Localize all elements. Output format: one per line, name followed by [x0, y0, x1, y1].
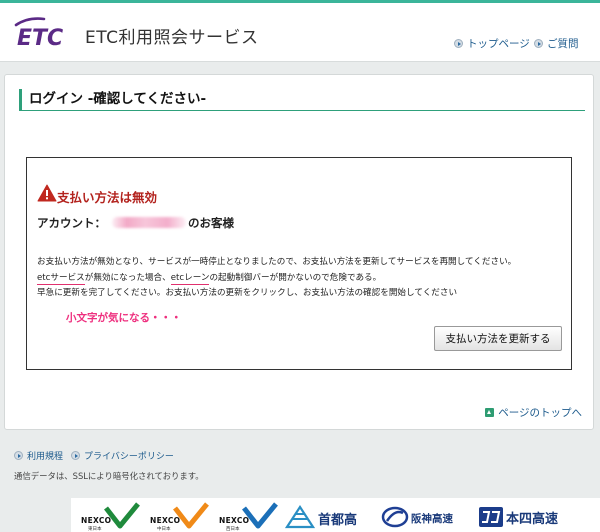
message-body: お支払い方法が無効となり、サービスが一時停止となりましたので、お支払い方法を更新…	[37, 255, 516, 302]
account-label: アカウント：	[37, 216, 106, 230]
hanshin-logo: 阪神高速	[381, 505, 477, 531]
svg-text:ETC: ETC	[17, 26, 63, 49]
nav-link-top-page[interactable]: トップページ	[454, 36, 530, 51]
hanshin-mark-icon	[381, 506, 409, 528]
site-title: ETC利用照会サービス	[85, 28, 259, 48]
account-suffix: のお客様	[188, 216, 234, 230]
shuto-mark-icon	[285, 505, 315, 529]
page-title: ログイン -確認してください-	[19, 89, 585, 111]
footer-link-terms[interactable]: 利用規程	[14, 451, 63, 462]
site-header: ETC ETC利用照会サービス トップページ ご質問	[0, 3, 600, 62]
nav-link-faq[interactable]: ご質問	[534, 36, 579, 51]
honshi-mark-icon	[479, 507, 503, 527]
arrow-right-icon	[534, 39, 543, 48]
underlined-etc-lane: etcレーン	[170, 272, 210, 285]
footer-links: 利用規程 プライバシーポリシー	[14, 449, 182, 462]
etc-logo[interactable]: ETC	[14, 15, 76, 49]
message-line-1: お支払い方法が無効となり、サービスが一時停止となりましたので、お支払い方法を更新…	[37, 257, 517, 267]
main-panel: ログイン -確認してください- 支払い方法は無効 アカウント： のお客様 お支払い…	[4, 74, 594, 430]
page-top-link[interactable]: ページのトップへ	[485, 405, 582, 420]
footer-link-privacy[interactable]: プライバシーポリシー	[71, 451, 174, 462]
arrow-up-icon	[485, 408, 495, 417]
arrow-right-icon	[454, 39, 463, 48]
message-line-3: 早急に更新を完了してください。お支払い方法の更新をクリックし、お支払い方法の確認…	[37, 288, 458, 298]
update-payment-button[interactable]: 支払い方法を更新する	[434, 326, 562, 351]
account-line: アカウント： のお客様	[37, 215, 234, 231]
arrow-right-icon	[71, 451, 81, 460]
shuto-logo: 首都高	[285, 505, 369, 531]
honshi-logo: 本四高速	[479, 505, 597, 531]
warning-icon	[37, 184, 57, 202]
nexco-west-logo: NEXCO 西日本	[214, 502, 278, 532]
warning-title: 支払い方法は無効	[57, 190, 158, 205]
nexco-east-logo: NEXCO 東日本	[76, 502, 140, 532]
annotation-note: 小文字が気になる・・・	[66, 312, 182, 324]
ssl-note: 通信データは、SSLにより暗号化されております。	[14, 471, 204, 481]
partner-logos: NEXCO 東日本 NEXCO 中日本 NEXCO 西日本 首都高 阪神高速 本…	[71, 498, 600, 532]
message-line-2: etcサービスが無効になった場合、etcレーンの起動制御バーが開かないので危険で…	[37, 272, 382, 285]
nexco-central-logo: NEXCO 中日本	[145, 502, 209, 532]
redacted-account-name	[112, 217, 186, 228]
underlined-etc-service: etcサービス	[37, 272, 85, 285]
arrow-right-icon	[14, 451, 23, 460]
message-box: 支払い方法は無効 アカウント： のお客様 お支払い方法が無効となり、サービスが一時…	[26, 157, 572, 370]
